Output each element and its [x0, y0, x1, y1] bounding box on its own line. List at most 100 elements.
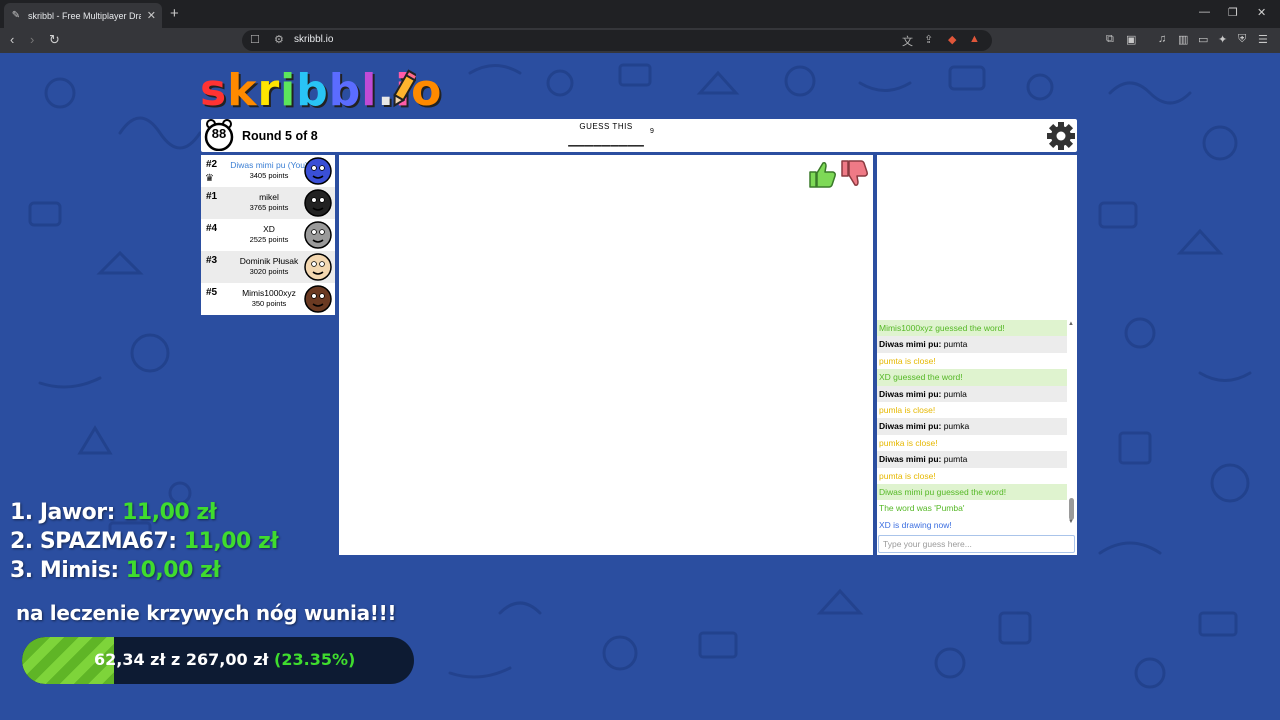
chat-message: Mimis1000xyz guessed the word!	[877, 320, 1067, 337]
logo-pencil-icon	[393, 69, 416, 108]
translate-icon[interactable]: 文	[902, 33, 913, 49]
chat-message: XD is drawing now!	[877, 517, 1067, 533]
player-row[interactable]: #5 Mimis1000xyz 350 points	[201, 283, 335, 315]
player-row[interactable]: #4 XD 2525 points	[201, 219, 335, 251]
share-icon[interactable]: ⇪	[924, 33, 933, 46]
chat-text: XD guessed the word!	[879, 372, 963, 383]
screenshot-icon[interactable]: ▣	[1126, 33, 1136, 46]
round-indicator: Round 5 of 8	[242, 129, 318, 143]
player-row[interactable]: #2 ♛ Diwas mimi pu (You) 3405 points	[201, 155, 335, 187]
site-info-icon[interactable]: ⚙	[274, 33, 284, 46]
brave-shield-icon[interactable]: ◆	[948, 33, 956, 46]
player-avatar-icon	[304, 189, 332, 217]
chat-message: pumta is close!	[877, 468, 1067, 484]
progress-goal: 267,00 zł	[185, 650, 269, 669]
chat-message: XD guessed the word!	[877, 369, 1067, 386]
chat-text: pumka	[941, 421, 970, 432]
chat-message: pumta is close!	[877, 353, 1067, 369]
timer-value: 88	[211, 126, 227, 141]
scroll-down-icon[interactable]: ▼	[1068, 519, 1074, 525]
chat-message: pumla is close!	[877, 402, 1067, 418]
donor-label: 2. SPAZMA67:	[10, 529, 177, 554]
chat-message-list: Mimis1000xyz guessed the word! Diwas mimi…	[877, 320, 1067, 533]
forward-icon[interactable]: ›	[30, 32, 34, 48]
sidebar-icon[interactable]: ▥	[1178, 33, 1188, 46]
vpn-icon[interactable]: ⛨	[1238, 33, 1246, 46]
wallet-icon[interactable]: ▭	[1198, 33, 1208, 46]
chat-text: XD is drawing now!	[879, 519, 952, 530]
player-list: #2 ♛ Diwas mimi pu (You) 3405 points #1 mikel…	[201, 155, 335, 315]
bookmark-icon[interactable]: ☐	[250, 33, 260, 46]
chat-text: pumta	[941, 454, 968, 465]
progress-current: 62,34 zł	[94, 650, 166, 669]
game-header-bar: 88 Round 5 of 8 GUESS THIS _________ 9	[201, 119, 1077, 152]
player-avatar-icon	[304, 157, 332, 185]
donor-amount: 11,00 zł	[183, 529, 279, 554]
chat-message: Diwas mimi pu: pumta	[877, 451, 1067, 468]
guess-this-label: GUESS THIS	[579, 122, 633, 131]
leo-ai-icon[interactable]: ✦	[1218, 33, 1227, 46]
maximize-icon[interactable]: ❐	[1228, 6, 1238, 19]
player-points: 350 points	[251, 299, 287, 308]
player-points: 2525 points	[249, 235, 289, 244]
player-row[interactable]: #3 Dominik Płusak 3020 points	[201, 251, 335, 283]
player-points: 3020 points	[249, 267, 289, 276]
skribbl-favicon-icon: ✎	[11, 9, 21, 21]
player-rank: #4	[206, 223, 218, 234]
player-points: 3405 points	[249, 171, 289, 180]
extensions-icon[interactable]: ⧉	[1106, 33, 1114, 46]
chat-text: pumla	[941, 388, 967, 399]
close-tab-icon[interactable]: ✕	[147, 9, 156, 22]
chat-message: Diwas mimi pu guessed the word!	[877, 483, 1067, 501]
chat-scrollbar-thumb[interactable]	[1069, 498, 1074, 520]
chat-text: pumta	[941, 339, 968, 350]
chat-text: Mimis1000xyz guessed the word!	[879, 323, 1005, 333]
chat-author: Diwas mimi pu:	[879, 454, 942, 465]
thumbs-down-icon[interactable]	[839, 159, 869, 189]
chat-text: pumta is close!	[879, 470, 936, 481]
url-text: skribbl.io	[294, 34, 334, 45]
chat-message: Diwas mimi pu: pumla	[877, 385, 1067, 402]
fundraiser-cause: na leczenie krzywych nóg wunia!!!	[16, 601, 397, 625]
progress-percent: (23.35%)	[274, 650, 356, 669]
chat-panel: Mimis1000xyz guessed the word! Diwas mimi…	[877, 155, 1077, 555]
chat-message: pumka is close!	[877, 435, 1067, 451]
new-tab-icon[interactable]: +	[170, 5, 179, 22]
donor-entry: 1. Jawor: 11,00 zł	[10, 500, 278, 529]
music-icon[interactable]: ♫	[1158, 33, 1166, 45]
tab-title: skribbl - Free Multiplayer Dra	[28, 10, 141, 21]
donor-label: 1. Jawor:	[10, 500, 115, 525]
browser-toolbar: ‹ › ↻ ☐ ⚙ skribbl.io 文 ⇪ ◆ ▲ ⧉ ▣ ♫ ▥ ▭ ✦…	[0, 28, 1280, 53]
address-bar[interactable]: ☐ ⚙ skribbl.io 文 ⇪ ◆ ▲	[242, 30, 992, 51]
chat-message: Diwas mimi pu: pumka	[877, 418, 1067, 435]
donation-progress-bar: 62,34 zł z 267,00 zł (23.35%)	[22, 637, 414, 684]
close-window-icon[interactable]: ✕	[1257, 6, 1266, 19]
crown-icon: ♛	[205, 173, 214, 184]
menu-icon[interactable]: ☰	[1258, 33, 1268, 46]
player-points: 3765 points	[249, 203, 289, 212]
rewards-icon[interactable]: ▲	[969, 33, 980, 45]
minimize-icon[interactable]: —	[1199, 6, 1210, 18]
top-donors-list: 1. Jawor: 11,00 zł 2. SPAZMA67: 11,00 zł…	[10, 500, 278, 587]
back-icon[interactable]: ‹	[10, 32, 14, 48]
browser-tab-bar: ✎ skribbl - Free Multiplayer Dra ✕ + — ❐…	[0, 0, 1280, 28]
chat-text: pumka is close!	[879, 437, 938, 448]
player-avatar-icon	[304, 221, 332, 249]
thumbs-up-icon[interactable]	[807, 159, 837, 189]
guess-input[interactable]	[878, 535, 1075, 553]
settings-gear-icon[interactable]	[1046, 121, 1076, 151]
word-length: 9	[650, 128, 654, 135]
drawing-canvas[interactable]	[339, 155, 873, 555]
browser-tab[interactable]: ✎ skribbl - Free Multiplayer Dra ✕	[4, 3, 162, 28]
chat-message: The word was 'Pumba'	[877, 500, 1067, 516]
player-rank: #2	[206, 159, 218, 170]
word-hint: _________	[568, 131, 644, 147]
progress-text: 62,34 zł z 267,00 zł (23.35%)	[94, 650, 394, 669]
chat-message: Diwas mimi pu: pumta	[877, 336, 1067, 353]
scroll-up-icon[interactable]: ▲	[1068, 321, 1074, 327]
player-rank: #1	[206, 191, 218, 202]
chat-author: Diwas mimi pu:	[879, 388, 942, 399]
reload-icon[interactable]: ↻	[49, 32, 60, 48]
player-row[interactable]: #1 mikel 3765 points	[201, 187, 335, 219]
chat-author: Diwas mimi pu:	[879, 339, 942, 350]
